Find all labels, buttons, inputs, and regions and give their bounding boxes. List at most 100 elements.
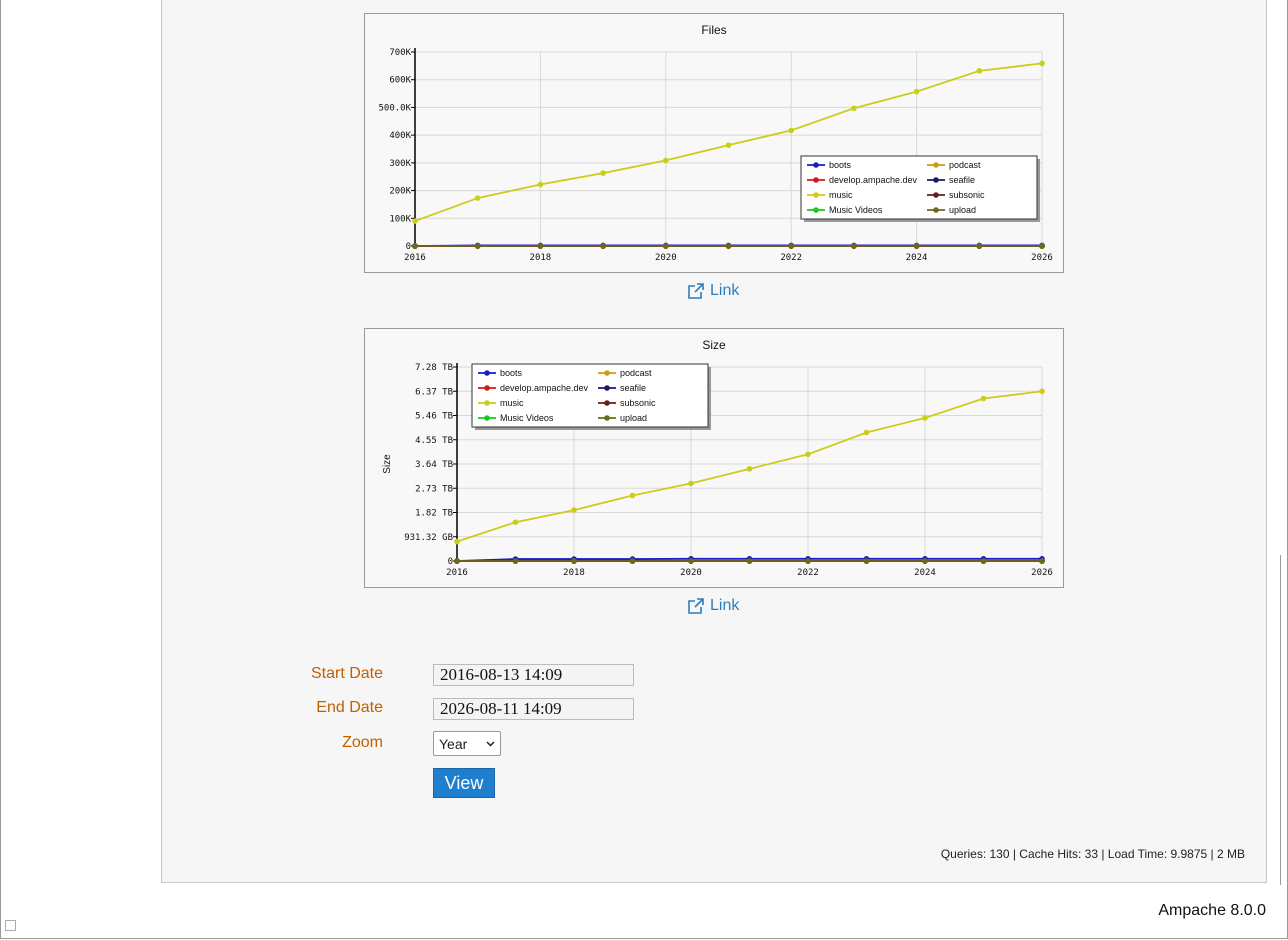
legend-label: music — [500, 398, 524, 408]
data-point — [980, 558, 987, 564]
legend-marker — [604, 400, 610, 406]
zoom-select[interactable]: Year — [433, 731, 501, 756]
tick-label-y: 700K — [389, 48, 411, 58]
legend-label: seafile — [620, 383, 646, 393]
tick-label-x: 2026 — [1031, 568, 1053, 578]
data-point — [851, 243, 857, 249]
data-point — [851, 105, 857, 112]
size-link[interactable]: Link — [688, 597, 739, 615]
tick-label-y: 4.55 TB — [415, 436, 453, 446]
size-chart-svg: Size 0 931.32 GB 1.82 TB 2.73 TB 3.64 TB 4.55 … — [382, 338, 1053, 578]
data-point — [412, 243, 418, 249]
legend-label: seafile — [949, 175, 975, 185]
data-point — [1039, 558, 1045, 564]
tick-label-y: 931.32 GB — [404, 533, 453, 543]
data-point — [805, 558, 811, 564]
tick-label-y: 100K — [389, 214, 411, 224]
data-point — [1039, 60, 1045, 67]
footer-stats: Queries: 130 | Cache Hits: 33 | Load Tim… — [940, 847, 1245, 861]
files-chart-svg: Files 0 100K 200K 300K 400K 500.0K 600K 700K 2016… — [378, 23, 1053, 263]
data-point — [412, 218, 418, 224]
legend-marker — [813, 177, 819, 183]
data-point — [976, 68, 983, 74]
y-axis-label: Size — [382, 454, 393, 474]
tick-label-x: 2024 — [914, 568, 936, 578]
data-point — [600, 243, 606, 249]
zoom-select-value: Year — [439, 735, 468, 752]
end-date-input[interactable]: 2026-08-11 14:09 — [433, 698, 634, 720]
data-point — [629, 492, 636, 499]
legend-label: boots — [829, 160, 852, 170]
external-link-icon — [688, 283, 704, 299]
tick-label-x: 2020 — [680, 568, 702, 578]
legend-marker — [933, 177, 939, 183]
start-date-label: Start Date — [310, 665, 383, 682]
legend-marker — [933, 162, 939, 168]
data-point — [537, 243, 544, 249]
data-point — [1039, 243, 1045, 249]
tick-label-y: 600K — [389, 76, 411, 86]
data-point — [725, 142, 732, 148]
data-point — [663, 243, 669, 249]
tick-label-y: 0 — [406, 242, 411, 252]
tick-label-y: 200K — [389, 187, 411, 197]
data-point — [913, 243, 920, 249]
tick-label-x: 2016 — [404, 253, 426, 263]
legend-marker — [484, 415, 490, 421]
legend-label: develop.ampache.dev — [829, 175, 918, 185]
legend-marker — [813, 207, 819, 213]
legend-label: upload — [620, 413, 647, 423]
data-point — [805, 451, 811, 458]
legend-marker — [933, 207, 939, 213]
tick-label-y: 1.82 TB — [415, 509, 453, 519]
chevron-down-icon — [486, 740, 495, 747]
data-point — [629, 558, 636, 564]
data-point — [746, 558, 753, 564]
legend-label: develop.ampache.dev — [500, 383, 589, 393]
legend-label: boots — [500, 368, 523, 378]
legend-label: podcast — [949, 160, 981, 170]
tick-label-x: 2018 — [530, 253, 552, 263]
data-point — [863, 558, 870, 564]
resize-grip-icon — [5, 920, 16, 931]
legend-label: Music Videos — [500, 413, 554, 423]
legend-label: Music Videos — [829, 205, 883, 215]
scrollbar[interactable] — [1280, 555, 1281, 885]
tick-label-x: 2022 — [797, 568, 819, 578]
data-point — [512, 558, 519, 564]
legend-marker — [604, 415, 610, 421]
tick-label-x: 2026 — [1031, 253, 1053, 263]
data-point — [863, 429, 870, 436]
data-point — [688, 558, 694, 564]
data-point — [571, 507, 577, 513]
tick-label-y: 2.73 TB — [415, 484, 453, 494]
legend-label: podcast — [620, 368, 652, 378]
start-date-input[interactable]: 2016-08-13 14:09 — [433, 664, 634, 686]
files-link[interactable]: Link — [688, 282, 739, 300]
end-date-label: End Date — [316, 699, 383, 716]
data-point — [976, 243, 983, 249]
tick-label-y: 400K — [389, 131, 411, 141]
data-point — [454, 558, 460, 564]
tick-label-x: 2016 — [446, 568, 468, 578]
data-point — [688, 480, 694, 487]
tick-label-y: 5.46 TB — [415, 412, 453, 422]
data-point — [922, 558, 928, 564]
data-point — [663, 157, 669, 164]
data-point — [474, 195, 481, 201]
data-point — [537, 181, 544, 188]
data-point — [600, 170, 606, 176]
tick-label-x: 2018 — [563, 568, 585, 578]
size-link-label: Link — [710, 597, 740, 614]
tick-label-x: 2024 — [906, 253, 928, 263]
legend-marker — [933, 192, 939, 198]
chart-title: Files — [701, 23, 726, 37]
legend-marker — [484, 385, 490, 391]
data-point — [788, 127, 794, 134]
data-point — [788, 243, 794, 249]
view-button[interactable]: View — [433, 768, 495, 798]
size-chart: Size 0 931.32 GB 1.82 TB 2.73 TB 3.64 TB 4.55 … — [364, 328, 1064, 588]
legend-marker — [604, 385, 610, 391]
legend-marker — [604, 370, 610, 376]
legend-marker — [484, 370, 490, 376]
